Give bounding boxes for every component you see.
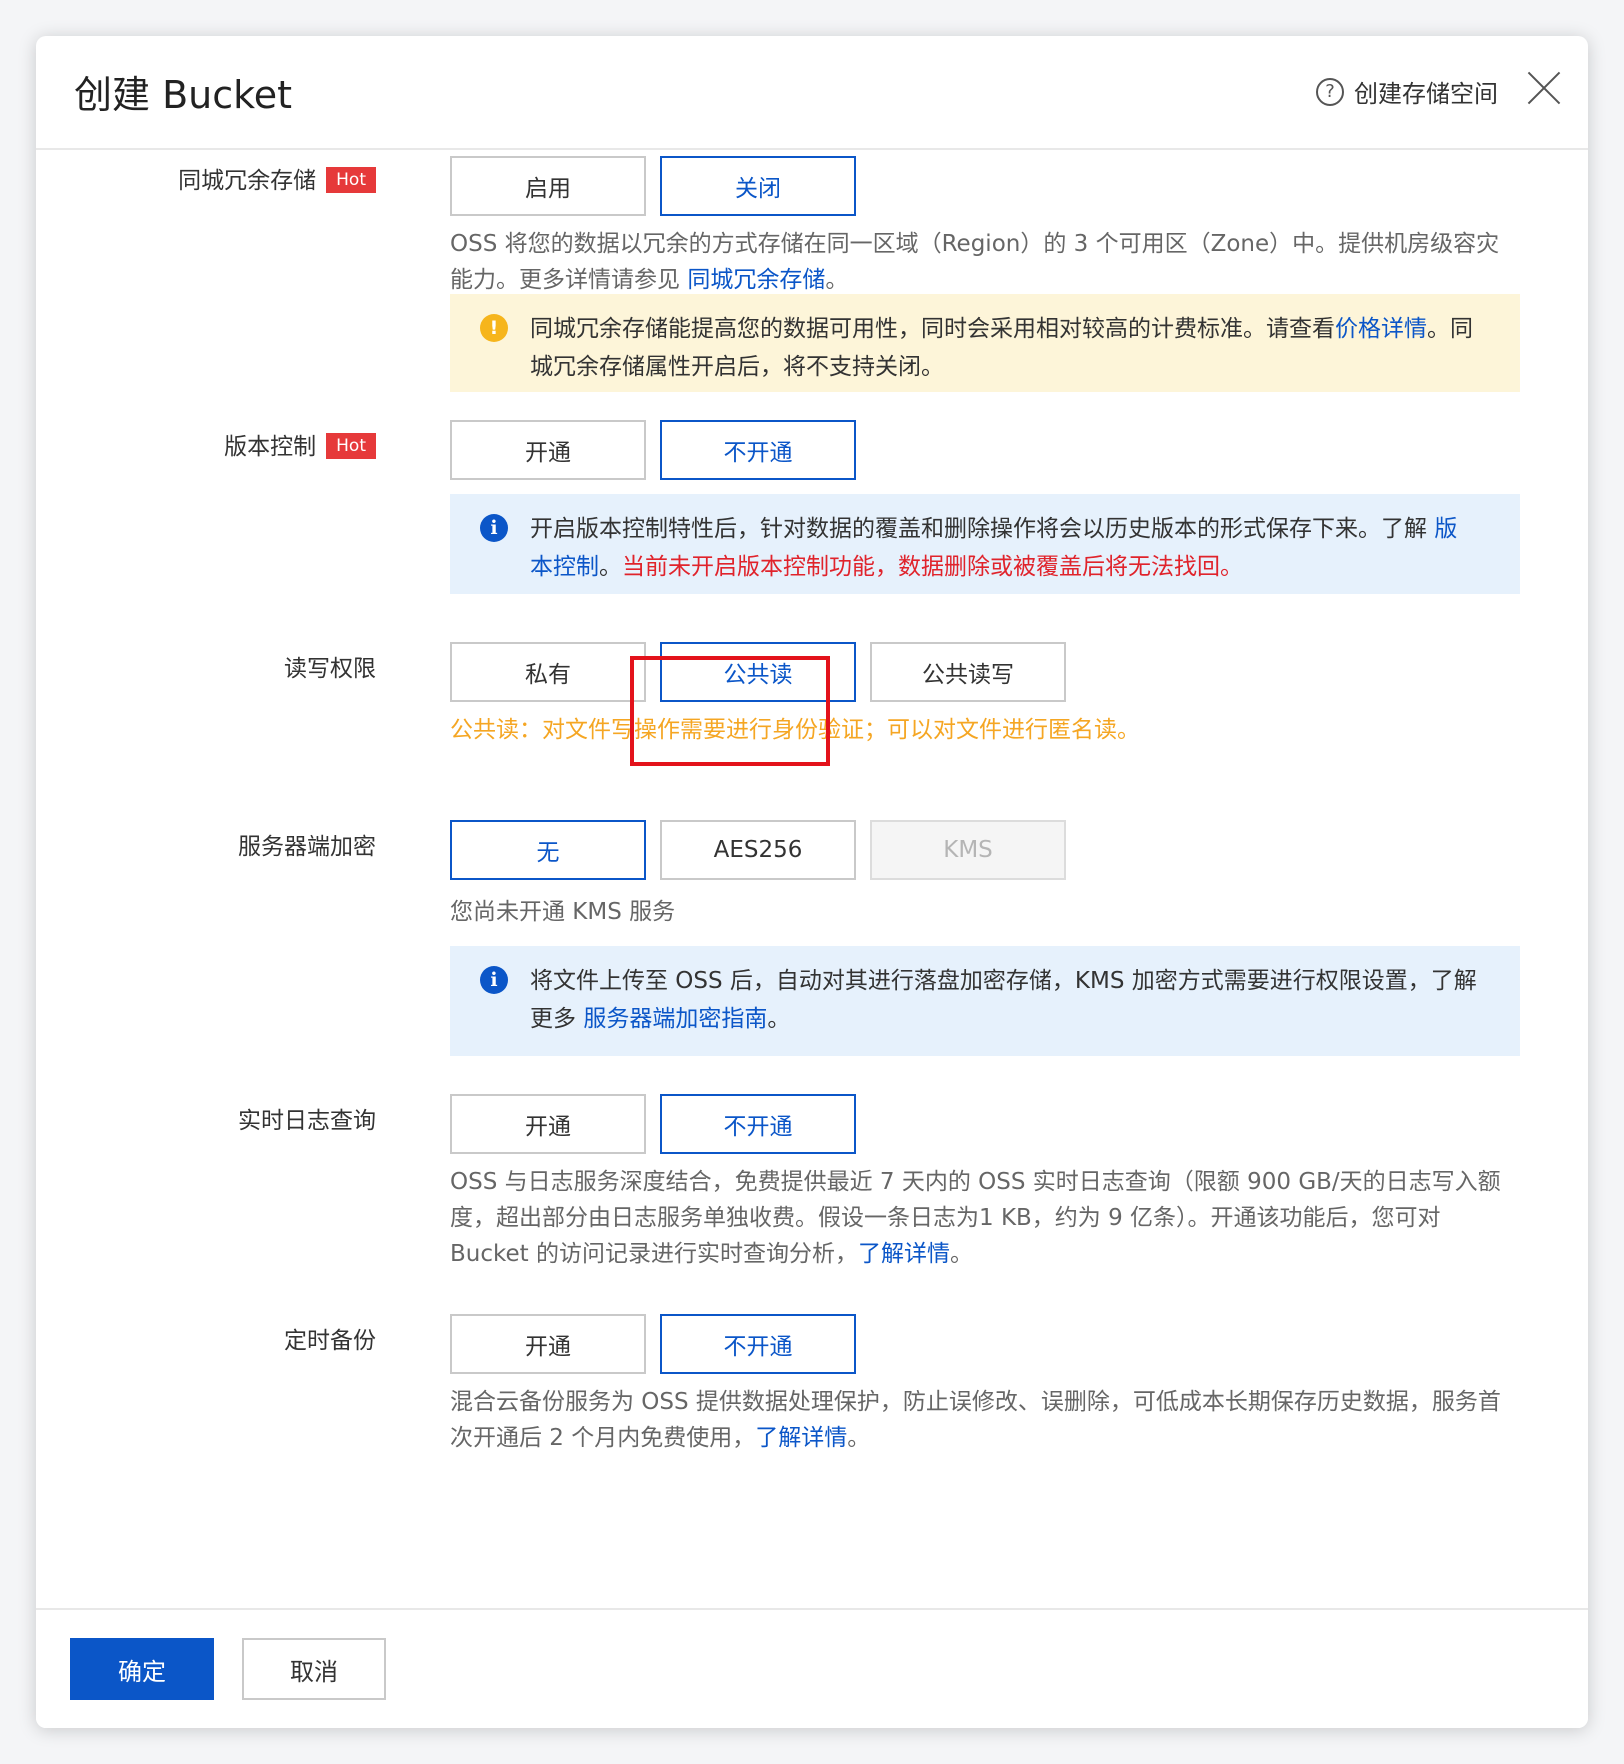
dialog-title: 创建 Bucket [74, 73, 293, 117]
question-circle-icon: ? [1316, 77, 1344, 106]
realtime-log-desc-end: 。 [949, 1241, 973, 1267]
encryption-none-button[interactable]: 无 [450, 820, 646, 880]
info-icon: i [480, 966, 508, 994]
backup-enable-button[interactable]: 开通 [450, 1314, 646, 1374]
realtime-log-disable-button[interactable]: 不开通 [660, 1094, 856, 1154]
realtime-log-description: OSS 与日志服务深度结合，免费提供最近 7 天内的 OSS 实时日志查询（限额… [450, 1164, 1520, 1272]
backup-disable-button[interactable]: 不开通 [660, 1314, 856, 1374]
encryption-guide-link[interactable]: 服务器端加密指南 [583, 1006, 767, 1032]
redundancy-label: 同城冗余存储 Hot [36, 166, 376, 196]
versioning-alert-warning: 当前未开启版本控制功能，数据删除或被覆盖后将无法找回。 [622, 554, 1243, 580]
backup-desc-end: 。 [847, 1425, 871, 1451]
redundancy-description: OSS 将您的数据以冗余的方式存储在同一区域（Region）的 3 个可用区（Z… [450, 226, 1520, 298]
versioning-info-alert: i 开启版本控制特性后，针对数据的覆盖和删除操作将会以历史版本的形式保存下来。了… [450, 494, 1520, 594]
hot-badge: Hot [326, 166, 376, 193]
redundancy-disable-button[interactable]: 关闭 [660, 156, 856, 216]
help-link-label: 创建存储空间 [1354, 80, 1498, 108]
redundancy-warning-alert: ! 同城冗余存储能提高您的数据可用性，同时会采用相对较高的计费标准。请查看价格详… [450, 294, 1520, 392]
versioning-enable-button[interactable]: 开通 [450, 420, 646, 480]
encryption-alert-text2: 。 [767, 1006, 791, 1032]
backup-desc-text: 混合云备份服务为 OSS 提供数据处理保护，防止误修改、误删除，可低成本长期保存… [450, 1389, 1501, 1451]
encryption-info-alert: i 将文件上传至 OSS 后，自动对其进行落盘加密存储，KMS 加密方式需要进行… [450, 946, 1520, 1056]
realtime-log-enable-button[interactable]: 开通 [450, 1094, 646, 1154]
versioning-alert-text2: 。 [599, 554, 622, 580]
create-bucket-dialog: 创建 Bucket ? 创建存储空间 同城冗余存储 Hot 启用 关闭 OSS 将… [36, 36, 1588, 1728]
backup-description: 混合云备份服务为 OSS 提供数据处理保护，防止误修改、误删除，可低成本长期保存… [450, 1384, 1520, 1456]
warning-icon: ! [480, 314, 508, 342]
backup-label: 定时备份 [284, 1328, 376, 1354]
versioning-label: 版本控制 Hot [36, 432, 376, 462]
realtime-log-detail-link[interactable]: 了解详情 [858, 1241, 950, 1267]
versioning-label-text: 版本控制 [224, 434, 317, 460]
dialog-footer: 确定 取消 [36, 1608, 1588, 1728]
confirm-button[interactable]: 确定 [70, 1638, 214, 1700]
cancel-button[interactable]: 取消 [242, 1638, 386, 1700]
acl-label: 读写权限 [284, 656, 376, 682]
dialog-header: 创建 Bucket ? 创建存储空间 [36, 36, 1588, 150]
versioning-alert-text1: 开启版本控制特性后，针对数据的覆盖和删除操作将会以历史版本的形式保存下来。了解 [530, 516, 1435, 542]
redundancy-enable-button[interactable]: 启用 [450, 156, 646, 216]
realtime-log-label: 实时日志查询 [238, 1108, 376, 1134]
redundancy-label-text: 同城冗余存储 [178, 168, 317, 194]
realtime-log-desc-text: OSS 与日志服务深度结合，免费提供最近 7 天内的 OSS 实时日志查询（限额… [450, 1169, 1501, 1267]
hot-badge: Hot [326, 432, 376, 459]
price-detail-link[interactable]: 价格详情 [1335, 316, 1427, 342]
kms-note: 您尚未开通 KMS 服务 [450, 899, 676, 925]
redundancy-alert-text1: 同城冗余存储能提高您的数据可用性，同时会采用相对较高的计费标准。请查看 [530, 316, 1335, 342]
acl-private-button[interactable]: 私有 [450, 642, 646, 702]
encryption-aes256-button[interactable]: AES256 [660, 820, 856, 880]
acl-public-read-write-button[interactable]: 公共读写 [870, 642, 1066, 702]
close-icon[interactable] [1526, 70, 1562, 106]
encryption-kms-button: KMS [870, 820, 1066, 880]
info-icon: i [480, 514, 508, 542]
encryption-label: 服务器端加密 [238, 834, 376, 860]
backup-detail-link[interactable]: 了解详情 [755, 1425, 847, 1451]
redundancy-doc-link[interactable]: 同城冗余存储 [687, 267, 825, 293]
highlight-annotation-box [630, 656, 830, 766]
help-link[interactable]: ? 创建存储空间 [1316, 74, 1498, 109]
versioning-disable-button[interactable]: 不开通 [660, 420, 856, 480]
redundancy-desc-end: 。 [825, 267, 849, 293]
redundancy-desc-text: OSS 将您的数据以冗余的方式存储在同一区域（Region）的 3 个可用区（Z… [450, 231, 1500, 293]
